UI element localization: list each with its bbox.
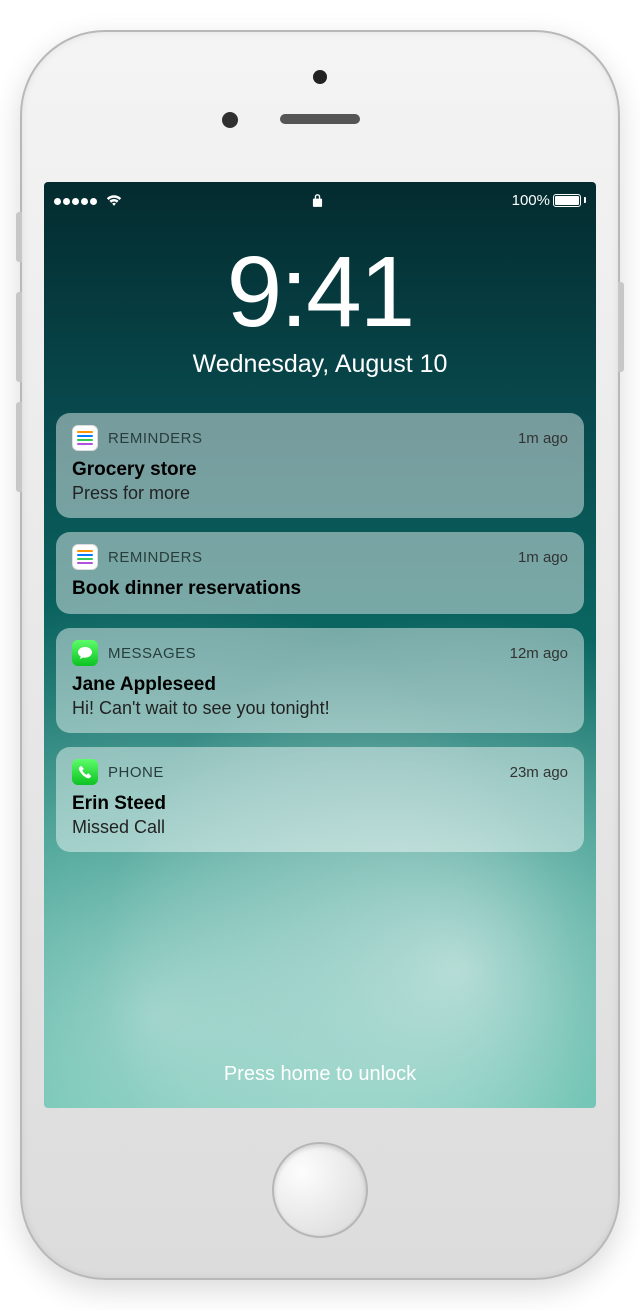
notification-time: 1m ago (518, 549, 568, 566)
notification-time: 12m ago (510, 645, 568, 662)
notification-app-name: REMINDERS (108, 430, 508, 447)
notification-title: Jane Appleseed (72, 674, 568, 696)
notification-body: Press for more (72, 483, 568, 504)
lock-screen[interactable]: 100% 9:41 Wednesday, August 10 REMINDERS… (44, 182, 596, 1108)
status-bar: 100% (44, 182, 596, 212)
unlock-hint: Press home to unlock (44, 1063, 596, 1086)
reminders-icon (72, 544, 98, 570)
notification-title: Grocery store (72, 459, 568, 481)
notification-app-name: PHONE (108, 764, 500, 781)
notification-title: Erin Steed (72, 793, 568, 815)
notification-list[interactable]: REMINDERS 1m ago Grocery storePress for mo… (56, 413, 584, 852)
wifi-icon (105, 193, 123, 207)
notification-body: Missed Call (72, 817, 568, 838)
signal-strength-icon (54, 192, 99, 209)
lock-icon (312, 193, 323, 208)
date-label: Wednesday, August 10 (44, 350, 596, 379)
mute-switch[interactable] (16, 212, 22, 262)
proximity-sensor (222, 112, 238, 128)
notification-title: Book dinner reservations (72, 578, 568, 600)
notification-time: 1m ago (518, 430, 568, 447)
messages-icon (72, 640, 98, 666)
notification-app-name: MESSAGES (108, 645, 500, 662)
clock: 9:41 Wednesday, August 10 (44, 242, 596, 379)
battery-percent: 100% (512, 192, 550, 209)
volume-down-button[interactable] (16, 402, 22, 492)
reminders-icon (72, 425, 98, 451)
iphone-device: 100% 9:41 Wednesday, August 10 REMINDERS… (20, 30, 620, 1280)
front-camera (313, 70, 327, 84)
notification-body: Hi! Can't wait to see you tonight! (72, 698, 568, 719)
volume-up-button[interactable] (16, 292, 22, 382)
notification-card[interactable]: PHONE 23m ago Erin SteedMissed Call (56, 747, 584, 852)
notification-card[interactable]: REMINDERS 1m ago Grocery storePress for mo… (56, 413, 584, 518)
notification-app-name: REMINDERS (108, 549, 508, 566)
power-button[interactable] (618, 282, 624, 372)
notification-card[interactable]: REMINDERS 1m ago Book dinner reservations (56, 532, 584, 614)
battery-indicator: 100% (512, 192, 586, 209)
notification-time: 23m ago (510, 764, 568, 781)
earpiece-speaker (280, 114, 360, 124)
home-button[interactable] (272, 1142, 368, 1238)
time-label: 9:41 (44, 242, 596, 342)
phone-icon (72, 759, 98, 785)
notification-card[interactable]: MESSAGES 12m ago Jane AppleseedHi! Can't w… (56, 628, 584, 733)
